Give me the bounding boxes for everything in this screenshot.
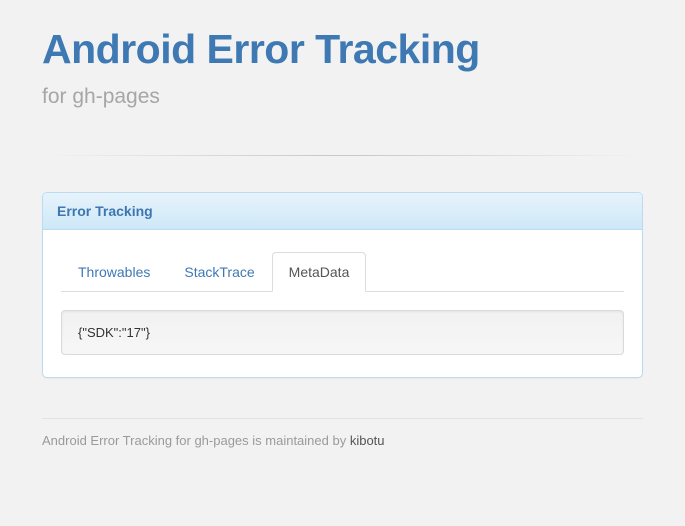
tab-throwables[interactable]: Throwables (61, 252, 167, 292)
tabs-list: Throwables StackTrace MetaData (61, 252, 624, 292)
page-subtitle: for gh-pages (42, 85, 643, 109)
tab-stacktrace[interactable]: StackTrace (167, 252, 271, 292)
section-divider (42, 155, 643, 156)
maintainer-link[interactable]: kibotu (350, 433, 385, 448)
panel-body: Throwables StackTrace MetaData {"SDK":"1… (43, 230, 642, 377)
tab-metadata[interactable]: MetaData (272, 252, 367, 292)
footer: Android Error Tracking for gh-pages is m… (42, 418, 643, 448)
footer-text: Android Error Tracking for gh-pages is m… (42, 433, 350, 448)
error-tracking-panel: Error Tracking Throwables StackTrace Met… (42, 192, 643, 378)
page-title: Android Error Tracking (42, 0, 643, 71)
metadata-content: {"SDK":"17"} (61, 310, 624, 355)
panel-heading: Error Tracking (43, 193, 642, 230)
